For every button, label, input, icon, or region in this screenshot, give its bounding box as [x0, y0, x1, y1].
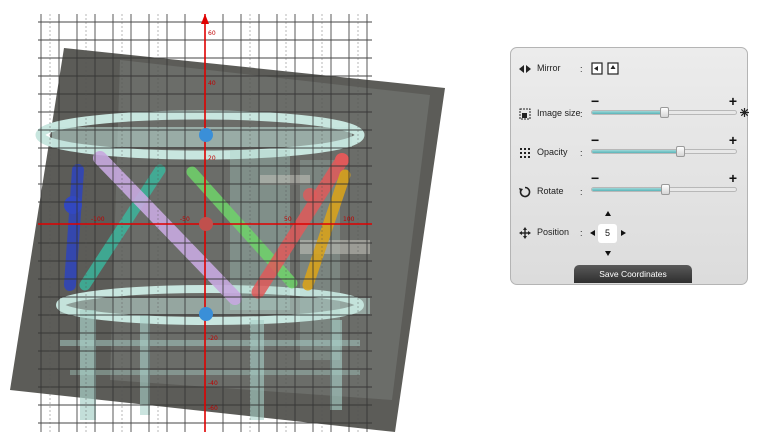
xray-canvas: -100 -50 50 100 60 40 20 -20 -40 -60	[10, 14, 445, 432]
image-size-icon	[519, 108, 531, 120]
position-label: Position	[537, 227, 570, 237]
position-right-arrow[interactable]	[621, 230, 626, 236]
opacity-decrease[interactable]: −	[591, 132, 599, 148]
reset-size-icon[interactable]	[740, 108, 749, 117]
y-tick-label: 60	[208, 30, 216, 37]
image-controls-panel: Mirror : Image size : − + Opacity : − + …	[510, 47, 749, 285]
rotate-label: Rotate	[537, 186, 564, 196]
position-up-arrow[interactable]	[605, 211, 611, 216]
x-tick-label: 100	[343, 216, 355, 223]
mirror-vertical-icon[interactable]	[607, 62, 619, 75]
y-tick-label: -40	[208, 380, 218, 387]
top-control-point[interactable]	[199, 128, 213, 142]
y-tick-label: 40	[208, 80, 216, 87]
mirror-horizontal-icon[interactable]	[591, 62, 603, 75]
image-size-slider[interactable]: − +	[591, 93, 737, 119]
rotate-decrease[interactable]: −	[591, 170, 599, 186]
rotate-increase[interactable]: +	[729, 170, 737, 186]
y-tick-label: -20	[208, 335, 218, 342]
y-axis-arrow	[201, 14, 209, 24]
colon: :	[580, 148, 583, 158]
position-down-arrow[interactable]	[605, 251, 611, 256]
position-left-arrow[interactable]	[590, 230, 595, 236]
mirror-icon	[519, 65, 531, 73]
opacity-increase[interactable]: +	[729, 132, 737, 148]
y-tick-label: -60	[208, 405, 218, 412]
slider-fill	[592, 188, 666, 191]
rotate-icon	[519, 186, 531, 198]
slider-fill	[592, 150, 680, 153]
mirror-label: Mirror	[537, 63, 561, 73]
image-size-decrease[interactable]: −	[591, 93, 599, 109]
opacity-label: Opacity	[537, 147, 568, 157]
slider-thumb[interactable]	[675, 146, 685, 157]
xray-viewer[interactable]: -100 -50 50 100 60 40 20 -20 -40 -60	[0, 0, 480, 432]
center-control-point[interactable]	[199, 217, 213, 231]
y-tick-label: 20	[208, 155, 216, 162]
slider-fill	[592, 111, 664, 114]
slider-thumb[interactable]	[661, 184, 671, 195]
colon: :	[580, 187, 583, 197]
colon: :	[580, 109, 583, 119]
image-size-label: Image size	[537, 108, 581, 118]
x-tick-label: 50	[284, 216, 292, 223]
rotate-slider[interactable]: − +	[591, 170, 737, 196]
x-tick-label: -100	[91, 216, 105, 223]
save-coordinates-button[interactable]: Save Coordinates	[574, 265, 692, 283]
opacity-icon	[520, 148, 530, 158]
position-icon	[519, 227, 531, 239]
image-size-increase[interactable]: +	[729, 93, 737, 109]
bottom-control-point[interactable]	[199, 307, 213, 321]
opacity-slider[interactable]: − +	[591, 132, 737, 158]
colon: :	[580, 228, 583, 238]
x-tick-label: -50	[180, 216, 190, 223]
slider-thumb[interactable]	[660, 107, 669, 118]
colon: :	[580, 64, 583, 74]
position-value[interactable]: 5	[598, 224, 617, 243]
